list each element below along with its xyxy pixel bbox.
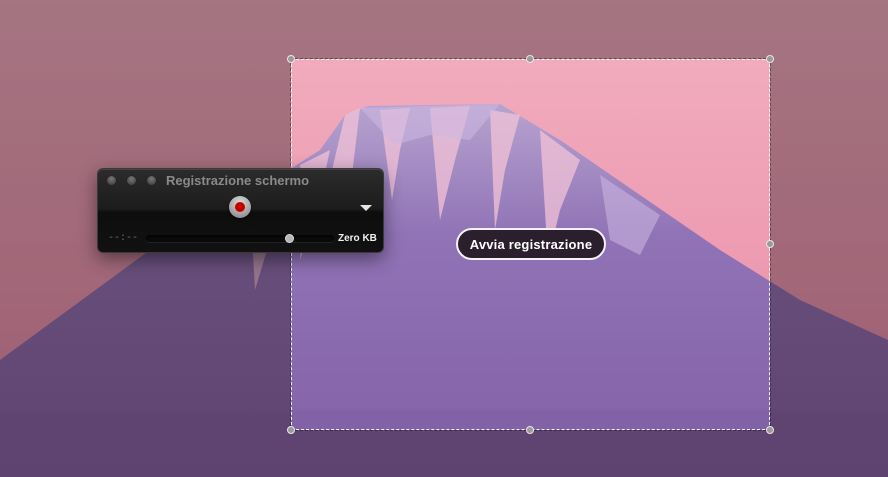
screen-recording-window[interactable]: Registrazione schermo --:-- Zero KB (97, 168, 384, 253)
resize-handle-bottom-left[interactable] (287, 426, 295, 434)
resize-handle-bottom-right[interactable] (766, 426, 774, 434)
resize-handle-top[interactable] (526, 55, 534, 63)
window-title: Registrazione schermo (166, 173, 310, 188)
close-icon[interactable] (106, 175, 117, 186)
start-recording-button[interactable]: Avvia registrazione (456, 228, 606, 260)
resize-handle-top-left[interactable] (287, 55, 295, 63)
volume-slider-knob[interactable] (284, 234, 294, 243)
dim-overlay-right (770, 59, 888, 430)
record-button[interactable] (229, 196, 251, 218)
record-icon (235, 202, 245, 212)
resize-handle-bottom[interactable] (526, 426, 534, 434)
dim-overlay-bottom (0, 430, 888, 477)
dim-overlay-top (0, 0, 888, 59)
elapsed-time: --:-- (108, 233, 139, 244)
file-size: Zero KB (338, 233, 377, 244)
minimize-icon[interactable] (126, 175, 137, 186)
volume-slider[interactable] (146, 234, 334, 243)
options-chevron-icon[interactable] (360, 205, 372, 211)
resize-handle-top-right[interactable] (766, 55, 774, 63)
resize-handle-right[interactable] (766, 240, 774, 248)
start-recording-label: Avvia registrazione (469, 236, 593, 252)
zoom-icon[interactable] (146, 175, 157, 186)
